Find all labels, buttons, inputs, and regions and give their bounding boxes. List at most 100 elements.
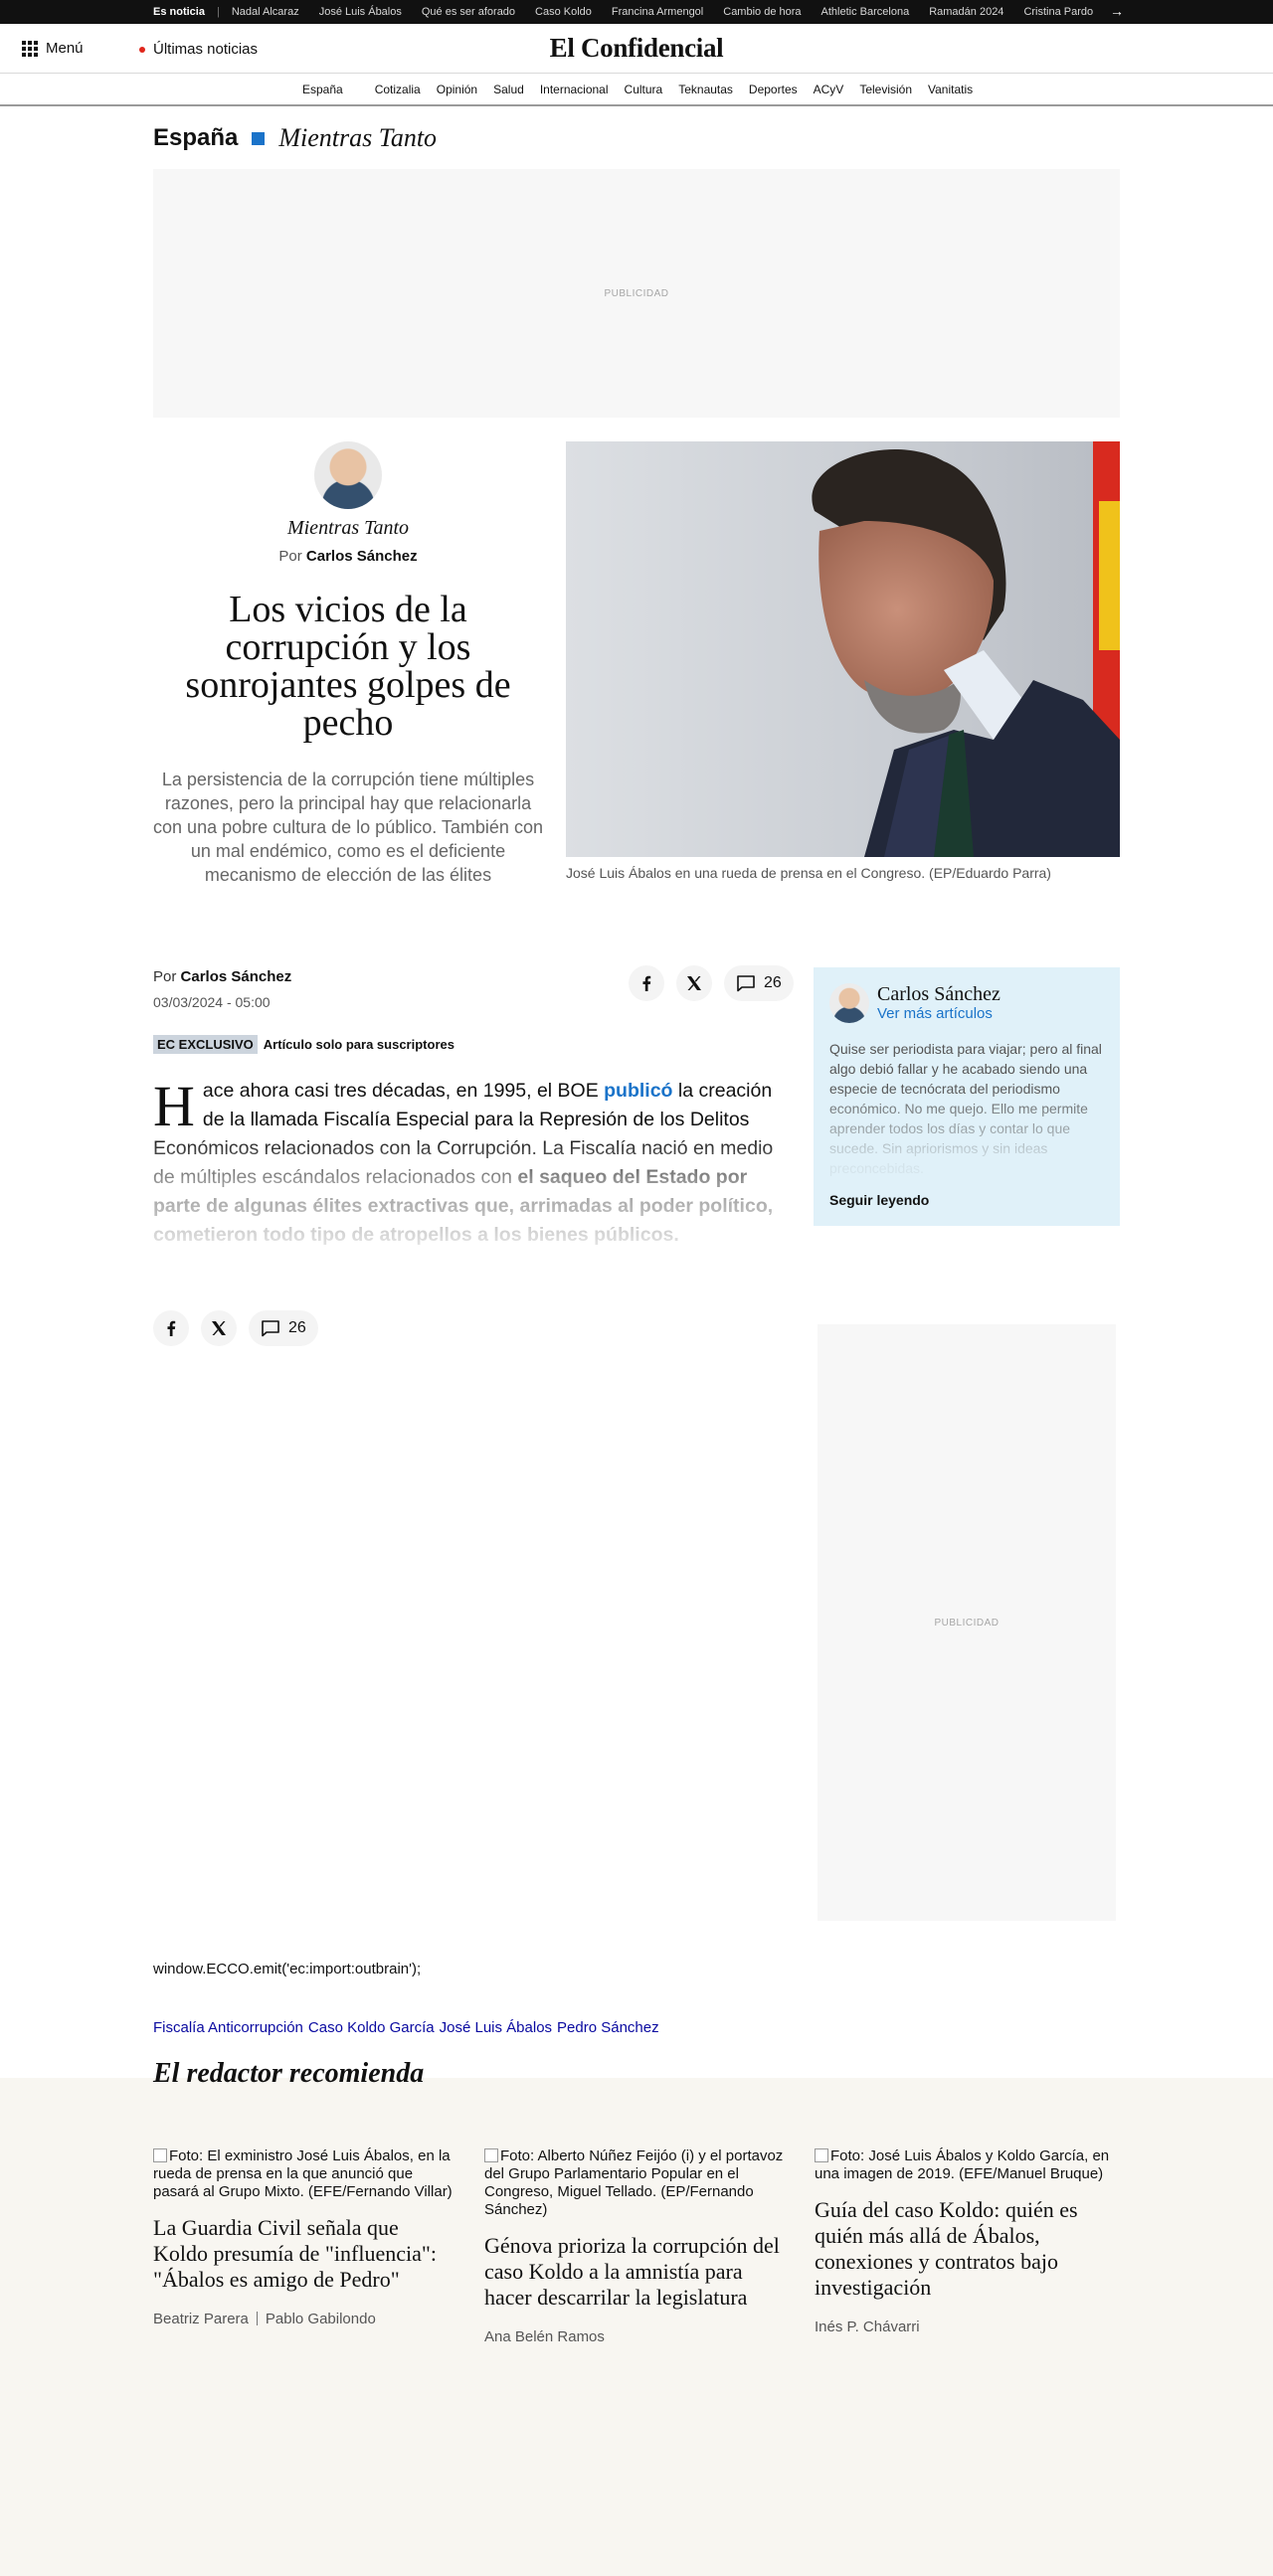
ad-label: PUBLICIDAD xyxy=(604,287,669,299)
section-link[interactable]: Cotizalia xyxy=(375,83,421,96)
trending-link[interactable]: Caso Koldo xyxy=(525,6,602,18)
recommended-authors: Inés P. Chávarri xyxy=(815,2318,1115,2335)
site-header: Menú Últimas noticias El Confidencial xyxy=(0,24,1273,74)
image-alt-text: Foto: José Luis Ábalos y Koldo García, e… xyxy=(815,2147,1110,2182)
article-byline: Por Carlos Sánchez xyxy=(153,968,291,985)
hero-blog-name[interactable]: Mientras Tanto xyxy=(153,517,543,540)
trending-link[interactable]: Ramadán 2024 xyxy=(919,6,1013,18)
recommended-author[interactable]: Pablo Gabilondo xyxy=(266,2311,376,2327)
section-link[interactable]: Salud xyxy=(493,83,524,96)
x-share-button[interactable] xyxy=(676,965,712,1001)
sections-nav: España Cotizalia Opinión Salud Internacional… xyxy=(0,75,1273,106)
author-box: Carlos Sánchez Ver más artículos Quise s… xyxy=(814,967,1120,1226)
section-link[interactable]: Cultura xyxy=(625,83,663,96)
hero-author-name[interactable]: Carlos Sánchez xyxy=(306,548,418,565)
body-link-publico[interactable]: publicó xyxy=(604,1080,672,1102)
trending-link[interactable]: Athletic Barcelona xyxy=(812,6,920,18)
broken-image-icon xyxy=(815,2148,828,2162)
arrow-right-icon[interactable]: → xyxy=(1110,3,1124,19)
breadcrumb-blog[interactable]: Mientras Tanto xyxy=(278,123,437,153)
article-subtitle: La persistencia de la corrupción tiene m… xyxy=(153,770,543,885)
hero-byline: Por Carlos Sánchez xyxy=(153,548,543,565)
recommended-card[interactable]: Foto: Alberto Núñez Feijóo (i) y el port… xyxy=(484,2147,785,2345)
comment-icon xyxy=(262,1320,279,1337)
trending-link[interactable]: Qué es ser aforado xyxy=(412,6,525,18)
recommended-title: El redactor recomienda xyxy=(153,2058,425,2089)
facebook-icon xyxy=(167,1320,176,1336)
square-divider-icon xyxy=(252,131,266,145)
author-box-avatar[interactable] xyxy=(829,983,869,1023)
outbrain-script-text: window.ECCO.emit('ec:import:outbrain'); xyxy=(153,1961,422,1977)
recommended-image-alt[interactable]: Foto: Alberto Núñez Feijóo (i) y el port… xyxy=(484,2147,785,2219)
ad-banner-side: PUBLICIDAD xyxy=(818,1324,1116,1921)
trending-list: Es noticia | Nadal Alcaraz José Luis Ábalos… xyxy=(153,0,1103,24)
tag-link[interactable]: José Luis Ábalos xyxy=(440,2019,552,2036)
tag-link[interactable]: Caso Koldo García xyxy=(308,2019,435,2036)
more-articles-link[interactable]: Ver más artículos xyxy=(877,1005,993,1022)
facebook-share-button[interactable] xyxy=(629,965,664,1001)
comments-count-bottom: 26 xyxy=(288,1319,306,1336)
site-logo[interactable]: El Confidencial xyxy=(0,33,1273,64)
trending-link[interactable]: José Luis Ábalos xyxy=(309,6,412,18)
continue-reading-button[interactable]: Seguir leyendo xyxy=(829,1192,929,1208)
author-divider xyxy=(256,2312,258,2325)
sections-list: España Cotizalia Opinión Salud Internacional… xyxy=(302,83,989,96)
trending-link[interactable]: Nadal Alcaraz xyxy=(222,6,309,18)
section-link[interactable]: Opinión xyxy=(437,83,477,96)
section-link[interactable]: Vanitatis xyxy=(928,83,973,96)
share-bar-top: 26 xyxy=(629,965,794,1001)
section-link[interactable]: España xyxy=(302,83,343,96)
section-link[interactable]: Internacional xyxy=(540,83,609,96)
section-link[interactable]: ACyV xyxy=(814,83,844,96)
recommended-image-alt[interactable]: Foto: El exministro José Luis Ábalos, en… xyxy=(153,2147,454,2201)
x-icon xyxy=(212,1321,226,1335)
section-link[interactable]: Deportes xyxy=(749,83,798,96)
tag-link[interactable]: Fiscalía Anticorrupción xyxy=(153,2019,303,2036)
recommended-image-alt[interactable]: Foto: José Luis Ábalos y Koldo García, e… xyxy=(815,2147,1115,2183)
image-alt-text: Foto: El exministro José Luis Ábalos, en… xyxy=(153,2147,453,2200)
author-avatar[interactable] xyxy=(314,441,382,509)
breadcrumb-section[interactable]: España xyxy=(153,124,238,152)
share-bar-bottom: 26 xyxy=(153,1310,318,1346)
section-link[interactable]: Teknautas xyxy=(678,83,733,96)
comments-button[interactable]: 26 xyxy=(724,965,794,1001)
recommended-author[interactable]: Inés P. Chávarri xyxy=(815,2318,920,2335)
article-author-name[interactable]: Carlos Sánchez xyxy=(181,968,292,985)
recommended-headline[interactable]: Guía del caso Koldo: quién es quién más … xyxy=(815,2197,1115,2301)
trending-link[interactable]: Francina Armengol xyxy=(602,6,713,18)
article-by-prefix: Por xyxy=(153,968,177,985)
exclusive-text: Artículo solo para suscriptores xyxy=(263,1037,455,1052)
author-box-name[interactable]: Carlos Sánchez xyxy=(877,983,1000,1006)
exclusive-tag: EC EXCLUSIVO xyxy=(153,1035,258,1054)
body-p1: ace ahora casi tres décadas, en 1995, el… xyxy=(202,1080,605,1102)
hero-by-prefix: Por xyxy=(278,548,302,565)
broken-image-icon xyxy=(153,2148,167,2162)
recommended-card[interactable]: Foto: El exministro José Luis Ábalos, en… xyxy=(153,2147,454,2327)
ad-banner-top: PUBLICIDAD xyxy=(153,169,1120,418)
x-share-button-bottom[interactable] xyxy=(201,1310,237,1346)
facebook-share-button-bottom[interactable] xyxy=(153,1310,189,1346)
comment-icon xyxy=(737,975,755,992)
trending-link[interactable]: Cristina Pardo xyxy=(1013,6,1103,18)
recommended-author[interactable]: Ana Belén Ramos xyxy=(484,2328,605,2345)
recommended-authors: Beatriz Parera Pablo Gabilondo xyxy=(153,2311,454,2327)
recommended-card[interactable]: Foto: José Luis Ábalos y Koldo García, e… xyxy=(815,2147,1115,2335)
dropcap: H xyxy=(153,1074,195,1138)
article-tags: Fiscalía Anticorrupción Caso Koldo García… xyxy=(153,2019,659,2036)
recommended-headline[interactable]: Génova prioriza la corrupción del caso K… xyxy=(484,2233,785,2311)
comments-button-bottom[interactable]: 26 xyxy=(249,1310,318,1346)
comments-count: 26 xyxy=(764,974,782,991)
section-link[interactable]: Televisión xyxy=(859,83,912,96)
image-alt-text: Foto: Alberto Núñez Feijóo (i) y el port… xyxy=(484,2147,784,2218)
trending-label: Es noticia xyxy=(153,6,205,18)
article-headline: Los vicios de la corrupción y los sonroj… xyxy=(185,589,511,744)
recommended-author[interactable]: Beatriz Parera xyxy=(153,2311,249,2327)
ad-label-side: PUBLICIDAD xyxy=(934,1617,1000,1629)
tag-link[interactable]: Pedro Sánchez xyxy=(557,2019,659,2036)
hero-photo xyxy=(566,441,1120,857)
recommended-authors: Ana Belén Ramos xyxy=(484,2328,785,2345)
trending-link[interactable]: Cambio de hora xyxy=(713,6,811,18)
breadcrumb: España Mientras Tanto xyxy=(153,123,437,153)
recommended-headline[interactable]: La Guardia Civil señala que Koldo presum… xyxy=(153,2215,454,2293)
topbar-separator: | xyxy=(216,6,220,18)
